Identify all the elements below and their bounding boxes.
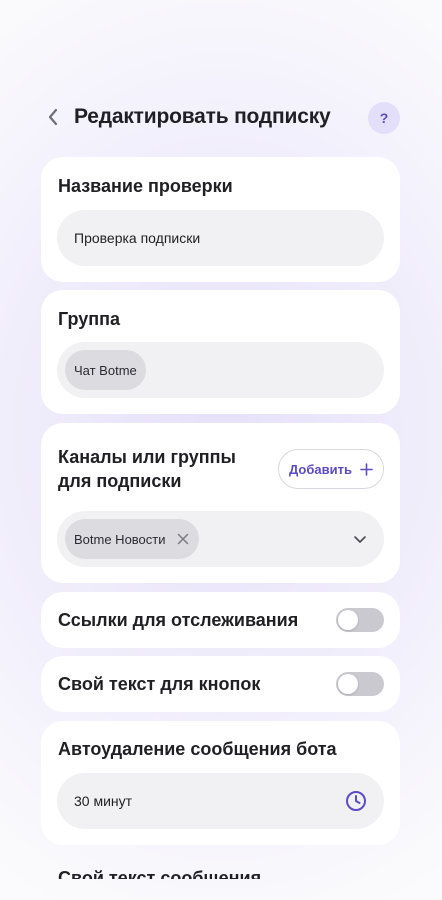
autodelete-card: Автоудаление сообщения бота 30 минут [41,721,400,845]
next-section-title: Свой текст сообщения [58,868,262,888]
check-name-title: Название проверки [58,176,233,196]
check-name-input[interactable]: Проверка подписки [57,210,384,266]
back-button[interactable] [40,104,66,130]
group-select[interactable]: Чат Botme [57,342,384,398]
channels-select[interactable]: Botme Новости [57,511,384,567]
group-title: Группа [58,309,121,329]
tracking-links-title: Ссылки для отслеживания [58,610,299,630]
chevron-left-icon [48,108,58,126]
toggle-knob [338,610,358,630]
button-text-title: Свой текст для кнопок [58,674,261,694]
edit-subscription-screen: Редактировать подписку ? Название провер… [0,0,442,900]
chevron-down-icon[interactable] [352,531,368,547]
header: Редактировать подписку ? [0,92,442,142]
add-channel-button[interactable]: Добавить [278,449,384,489]
channel-chip: Botme Новости [65,519,199,559]
button-text-card: Свой текст для кнопок [41,656,400,712]
help-button[interactable]: ? [368,102,400,134]
page-title: Редактировать подписку [74,105,331,128]
clock-icon[interactable] [344,789,368,813]
check-name-card: Название проверки Проверка подписки [41,157,400,282]
close-icon[interactable] [176,532,190,546]
group-card: Группа Чат Botme [41,290,400,414]
channel-chip-label: Botme Новости [74,531,166,547]
autodelete-input[interactable]: 30 минут [57,773,384,829]
tracking-links-toggle[interactable] [336,608,384,632]
channels-title-line2: для подписки [58,471,182,491]
autodelete-title: Автоудаление сообщения бота [58,739,337,759]
plus-icon [360,462,373,476]
autodelete-value: 30 минут [74,793,133,809]
button-text-toggle[interactable] [336,672,384,696]
channels-card: Каналы или группы для подписки Добавить … [41,423,400,583]
group-chip: Чат Botme [65,350,146,390]
tracking-links-card: Ссылки для отслеживания [41,592,400,648]
question-icon: ? [379,110,389,126]
channels-title-line1: Каналы или группы [58,447,236,467]
channels-title: Каналы или группы для подписки [58,445,236,493]
check-name-value: Проверка подписки [74,230,201,246]
add-channel-label: Добавить [289,461,352,477]
group-chip-label: Чат Botme [74,362,137,378]
toggle-knob [338,674,358,694]
